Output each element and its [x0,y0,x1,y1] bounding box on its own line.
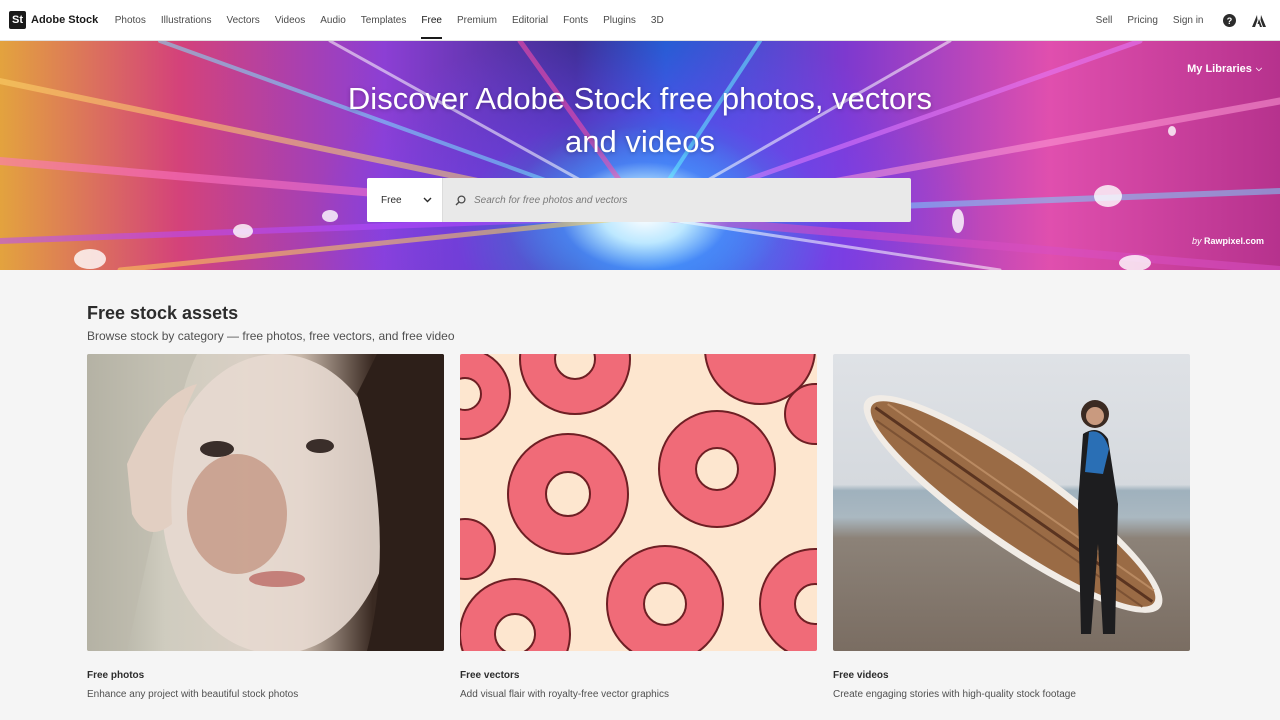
nav-right: Sell Pricing Sign in ? [1088,0,1266,41]
chevron-down-icon [423,197,432,203]
pricing-link[interactable]: Pricing [1127,0,1158,41]
free-photos-thumbnail [87,354,444,651]
nav-link-premium[interactable]: Premium [457,0,497,41]
nav-link-plugins[interactable]: Plugins [603,0,636,41]
card-title[interactable]: Free videos [833,670,1190,681]
nav-link-templates[interactable]: Templates [361,0,407,41]
nav-link-illustrations[interactable]: Illustrations [161,0,212,41]
top-navigation: St Adobe Stock Photos Illustrations Vect… [0,0,1280,41]
hero-title: Discover Adobe Stock free photos, vector… [347,81,933,159]
card-description: Enhance any project with beautiful stock… [87,689,299,700]
image-credit: by Rawpixel.com [1192,236,1264,246]
adobe-stock-home-link[interactable]: St Adobe Stock [9,11,98,29]
help-icon[interactable]: ? [1223,14,1236,27]
nav-link-photos[interactable]: Photos [115,0,146,41]
nav-link-vectors[interactable]: Vectors [226,0,259,41]
nav-links: Photos Illustrations Vectors Videos Audi… [107,0,671,41]
nav-link-free[interactable]: Free [421,0,442,41]
search-input-wrapper [443,178,911,222]
free-photos-card[interactable]: Free photos Enhance any project with bea… [87,354,444,700]
search-icon [455,194,466,205]
sell-link[interactable]: Sell [1096,0,1113,41]
brand-name: Adobe Stock [31,14,99,26]
free-videos-card[interactable]: Free videos Create engaging stories with… [833,354,1190,700]
nav-link-fonts[interactable]: Fonts [563,0,588,41]
card-title[interactable]: Free photos [87,670,444,681]
adobe-stock-logo-icon: St [9,11,26,29]
section-title: Free stock assets [87,303,239,323]
nav-link-editorial[interactable]: Editorial [512,0,548,41]
nav-link-3d[interactable]: 3D [651,0,664,41]
nav-link-videos[interactable]: Videos [275,0,305,41]
my-libraries-label: My Libraries [1187,63,1252,75]
card-title[interactable]: Free vectors [460,670,817,681]
free-videos-thumbnail [833,354,1190,651]
credit-prefix: by [1191,236,1202,246]
search-input[interactable] [474,194,874,206]
my-libraries-button[interactable]: My Libraries ⌵ [1187,63,1262,75]
free-vectors-card[interactable]: Free vectors Add visual flair with royal… [460,354,817,700]
hero-banner: Discover Adobe Stock free photos, vector… [0,41,1280,270]
card-description: Add visual flair with royalty-free vecto… [460,689,669,700]
nav-link-audio[interactable]: Audio [320,0,346,41]
search-bar: Free [367,178,911,222]
adobe-apps-icon[interactable] [1252,14,1266,28]
card-description: Create engaging stories with high-qualit… [833,689,1076,700]
search-filter-select[interactable]: Free [367,178,443,222]
credit-name: Rawpixel.com [1203,236,1264,246]
section-subtitle: Browse stock by category — free photos, … [87,329,455,343]
chevron-down-icon: ⌵ [1255,64,1262,73]
search-filter-value: Free [381,194,402,206]
sign-in-link[interactable]: Sign in [1173,0,1204,41]
free-vectors-thumbnail [460,354,817,651]
